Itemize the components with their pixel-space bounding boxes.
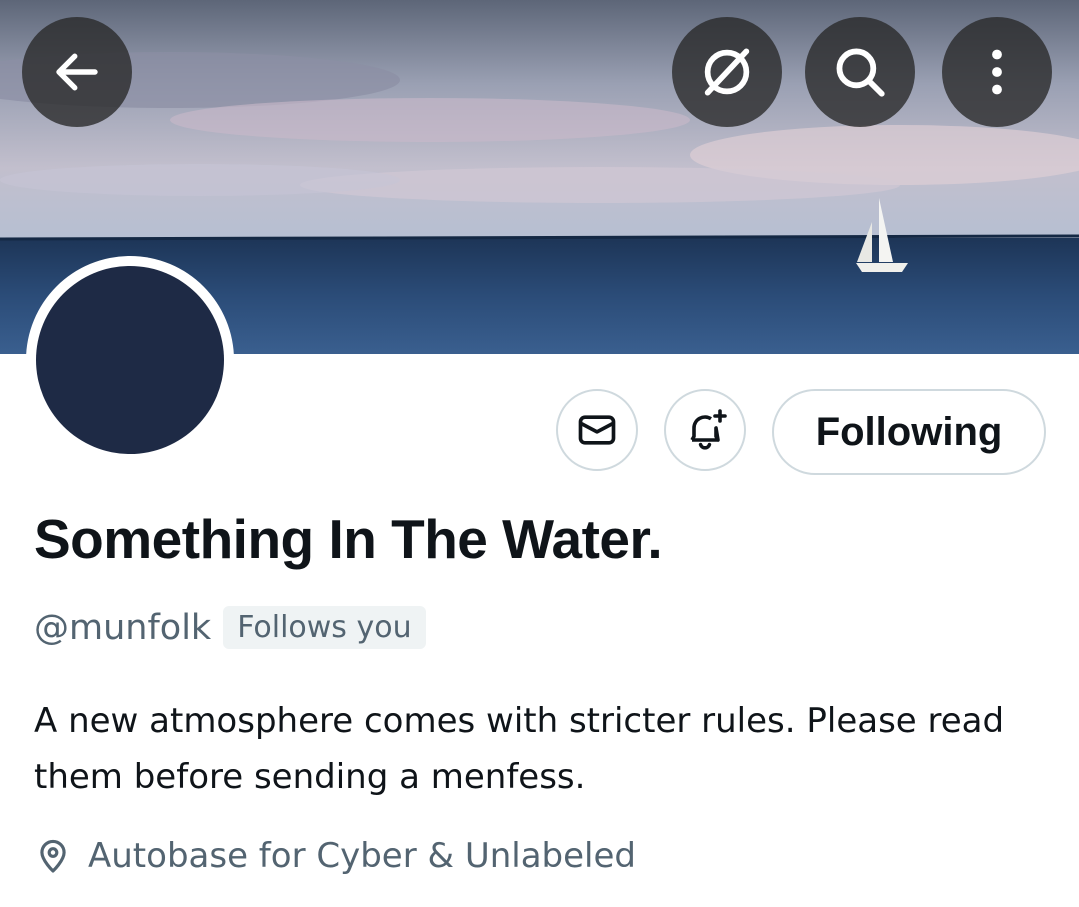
handle-row: @munfolk Follows you (34, 606, 426, 649)
display-name: Something In The Water. (34, 508, 663, 570)
avatar-frame[interactable] (26, 256, 234, 464)
bell-plus-icon (690, 409, 727, 450)
translate-icon (704, 48, 750, 96)
more-options-button[interactable] (942, 17, 1052, 127)
avatar (36, 266, 224, 454)
location-text: Autobase for Cyber & Unlabeled (88, 836, 636, 876)
back-button[interactable] (22, 17, 132, 127)
notifications-button[interactable] (664, 389, 746, 471)
search-icon (836, 48, 885, 97)
mail-icon (578, 415, 616, 445)
message-button[interactable] (556, 389, 638, 471)
location-pin-icon (40, 839, 66, 873)
user-handle: @munfolk (34, 607, 212, 648)
arrow-left-icon (56, 53, 98, 91)
translate-button[interactable] (672, 17, 782, 127)
profile-bio: A new atmosphere comes with stricter rul… (34, 701, 1005, 797)
more-vertical-icon (992, 49, 1002, 95)
following-button[interactable]: Following (772, 389, 1046, 475)
search-button[interactable] (805, 17, 915, 127)
location-row: Autobase for Cyber & Unlabeled (34, 836, 636, 876)
profile-page: Following Something In The Water. @munfo… (0, 0, 1079, 907)
follows-you-badge: Follows you (223, 606, 426, 649)
